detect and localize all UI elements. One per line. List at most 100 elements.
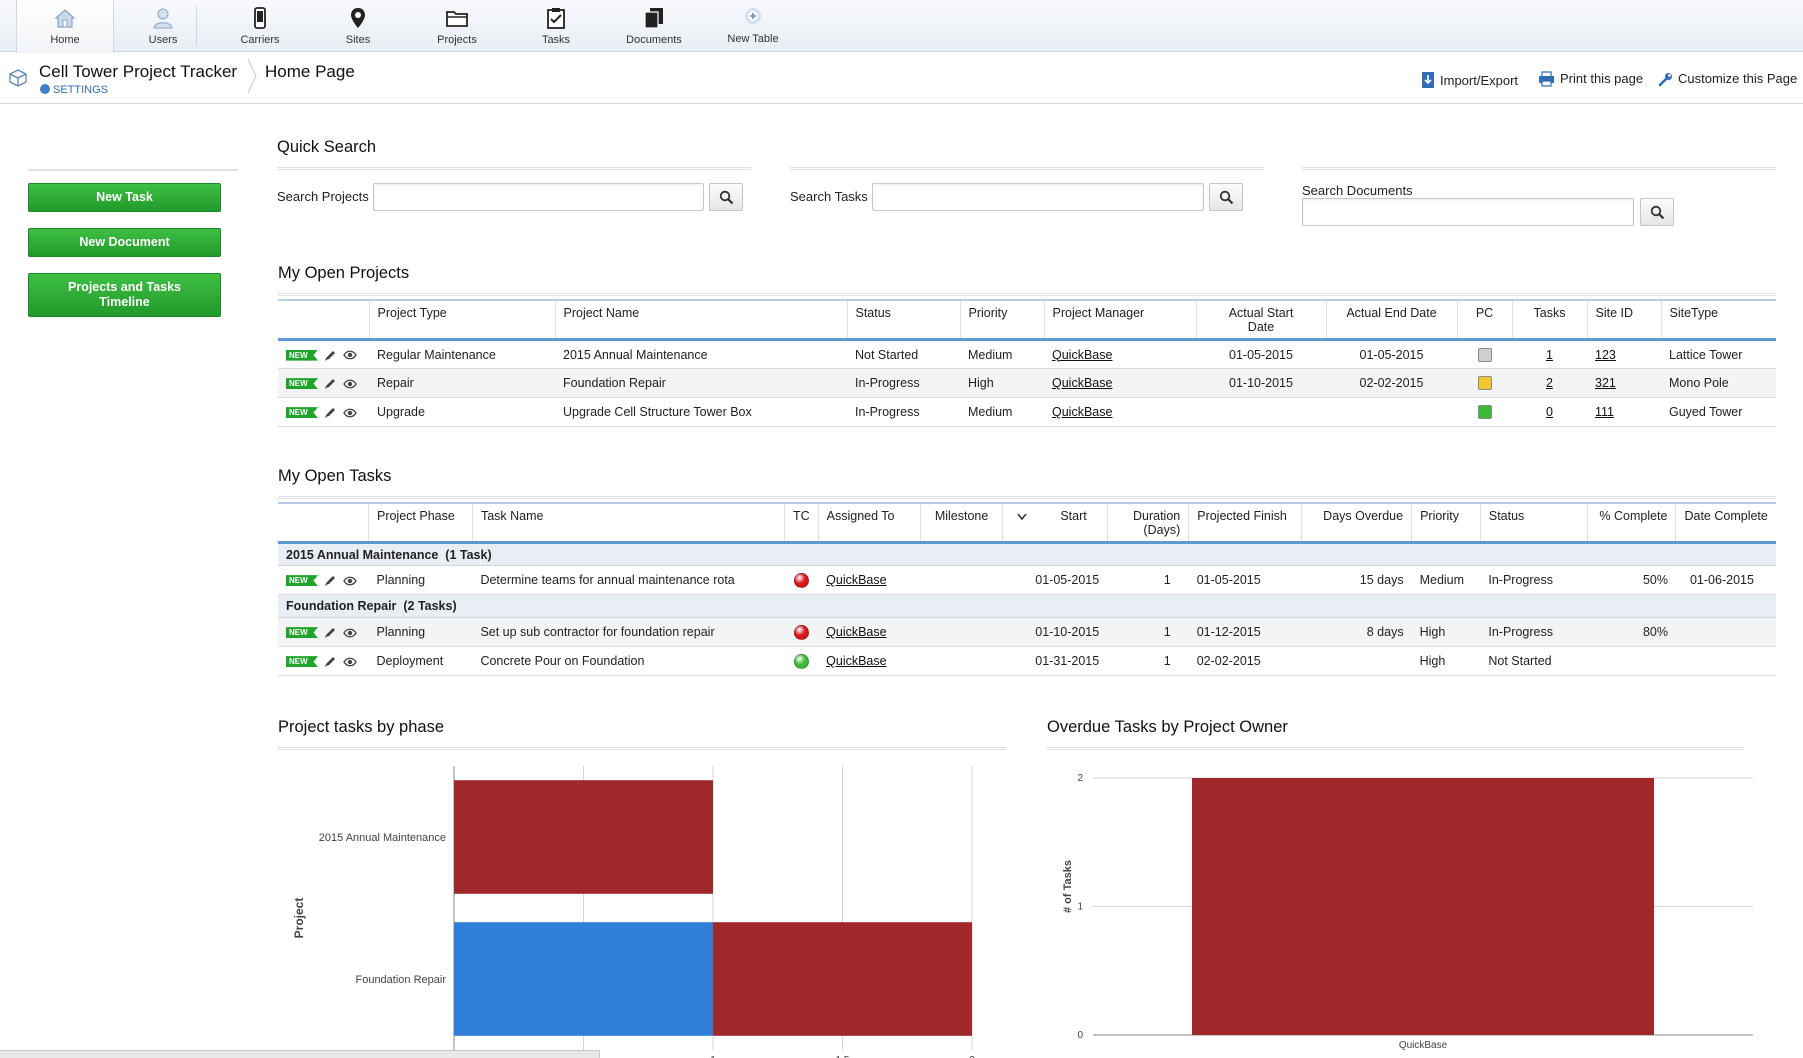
- search-documents-input[interactable]: [1302, 198, 1634, 226]
- table-row[interactable]: NEW Planning Set up sub contractor for fou…: [278, 617, 1776, 647]
- column-header[interactable]: Project Type: [368, 300, 555, 340]
- column-header[interactable]: Priority: [959, 300, 1044, 340]
- project-manager-link[interactable]: QuickBase: [1052, 405, 1112, 419]
- site-id-link[interactable]: 111: [1595, 405, 1614, 419]
- column-header[interactable]: Project Manager: [1043, 300, 1196, 340]
- days-overdue-cell: 8 days: [1301, 617, 1412, 647]
- column-header[interactable]: Project Name: [554, 300, 847, 340]
- column-header[interactable]: Site ID: [1586, 300, 1661, 340]
- column-header[interactable]: Days Overdue: [1301, 503, 1412, 543]
- add-table-icon: [745, 8, 761, 24]
- nav-users[interactable]: Users: [114, 0, 212, 52]
- table-row[interactable]: NEW Upgrade Upgrade Cell Structure Tower B…: [278, 397, 1776, 427]
- search-documents-button[interactable]: [1640, 198, 1674, 226]
- milestone-cell: [920, 617, 1003, 647]
- column-header[interactable]: Actual Start Date: [1195, 300, 1326, 340]
- nav-sites[interactable]: Sites: [309, 0, 407, 52]
- section-rule: [278, 496, 1776, 499]
- nav-projects[interactable]: Projects: [408, 0, 506, 52]
- nav-tasks[interactable]: Tasks: [507, 0, 605, 52]
- nav-home[interactable]: Home: [16, 0, 114, 53]
- new-badge[interactable]: NEW: [286, 575, 318, 587]
- site-id-link[interactable]: 321: [1595, 376, 1616, 390]
- new-document-button[interactable]: New Document: [28, 228, 221, 257]
- edit-pencil-icon[interactable]: [324, 655, 337, 668]
- column-header[interactable]: Milestone: [919, 503, 1003, 543]
- column-header-duration[interactable]: Duration (Days): [1106, 503, 1189, 543]
- site-id-cell: 123: [1587, 339, 1661, 369]
- new-task-label: New Task: [96, 190, 153, 204]
- search-tasks-input[interactable]: [872, 183, 1204, 211]
- table-row[interactable]: NEW Deployment Concrete Pour on Foundation…: [278, 646, 1776, 676]
- new-badge[interactable]: NEW: [286, 627, 318, 639]
- nav-documents[interactable]: Documents: [605, 0, 703, 52]
- new-badge[interactable]: NEW: [286, 407, 318, 419]
- table-row[interactable]: NEW Planning Determine teams for annual ma…: [278, 565, 1776, 595]
- new-badge[interactable]: NEW: [286, 349, 318, 361]
- search-projects-input[interactable]: [373, 183, 704, 211]
- edit-pencil-icon[interactable]: [324, 349, 337, 362]
- column-header[interactable]: Projected Finish: [1188, 503, 1302, 543]
- tasks-count-link[interactable]: 1: [1546, 348, 1553, 362]
- view-eye-icon[interactable]: [343, 657, 357, 667]
- column-header[interactable]: Tasks: [1511, 300, 1587, 340]
- search-tasks-button[interactable]: [1209, 183, 1243, 211]
- view-eye-icon[interactable]: [343, 576, 357, 586]
- table-row[interactable]: NEW Regular Maintenance 2015 Annual Mainte…: [278, 339, 1776, 369]
- bar[interactable]: [1192, 778, 1654, 1035]
- tasks-count-link[interactable]: 0: [1546, 405, 1553, 419]
- column-header[interactable]: Assigned To: [817, 503, 921, 543]
- table-row[interactable]: NEW Repair Foundation Repair In-Progress Hig…: [278, 368, 1776, 398]
- assigned-to-link[interactable]: QuickBase: [826, 654, 886, 668]
- column-header[interactable]: Status: [1479, 503, 1588, 543]
- edit-pencil-icon[interactable]: [324, 626, 337, 639]
- assigned-to-link[interactable]: QuickBase: [826, 625, 886, 639]
- view-eye-icon[interactable]: [343, 379, 357, 389]
- duration-cell: 1: [1107, 646, 1189, 676]
- edit-pencil-icon[interactable]: [324, 406, 337, 419]
- print-page-link[interactable]: Print this page: [1538, 71, 1643, 87]
- pc-cell: [1457, 339, 1512, 369]
- project-manager-link[interactable]: QuickBase: [1052, 376, 1112, 390]
- date-complete-cell: [1675, 646, 1776, 676]
- search-icon: [719, 190, 734, 205]
- import-export-link[interactable]: Import/Export: [1421, 71, 1518, 89]
- column-header[interactable]: Project Phase: [367, 503, 473, 543]
- project-manager-link[interactable]: QuickBase: [1052, 348, 1112, 362]
- site-id-link[interactable]: 123: [1595, 348, 1616, 362]
- nav-new-table[interactable]: New Table: [704, 0, 802, 52]
- column-header[interactable]: Actual End Date: [1325, 300, 1457, 340]
- clipboard-icon: [547, 8, 565, 29]
- column-header[interactable]: Date Complete: [1675, 503, 1776, 543]
- bar-segment[interactable]: [454, 922, 713, 1036]
- view-eye-icon[interactable]: [343, 628, 357, 638]
- column-header-start[interactable]: Start: [1002, 503, 1108, 543]
- bar-segment[interactable]: [454, 780, 713, 894]
- new-task-button[interactable]: New Task: [28, 183, 221, 212]
- column-header[interactable]: % Complete: [1587, 503, 1676, 543]
- search-projects-button[interactable]: [709, 183, 743, 211]
- customize-page-link[interactable]: Customize this Page: [1658, 71, 1797, 87]
- column-header[interactable]: Priority: [1411, 503, 1481, 543]
- new-badge[interactable]: NEW: [286, 656, 318, 668]
- column-header[interactable]: PC: [1456, 300, 1512, 340]
- edit-pencil-icon[interactable]: [324, 574, 337, 587]
- nav-carriers[interactable]: Carriers: [211, 0, 309, 52]
- tasks-count-link[interactable]: 2: [1546, 376, 1553, 390]
- view-eye-icon[interactable]: [343, 408, 357, 418]
- column-header[interactable]: Status: [846, 300, 960, 340]
- view-eye-icon[interactable]: [343, 350, 357, 360]
- projects-tasks-timeline-button[interactable]: Projects and Tasks Timeline: [28, 273, 221, 317]
- new-badge[interactable]: NEW: [286, 378, 318, 390]
- app-title[interactable]: Cell Tower Project Tracker: [39, 62, 237, 82]
- project-type-cell: Regular Maintenance: [369, 339, 555, 369]
- edit-pencil-icon[interactable]: [324, 377, 337, 390]
- assigned-to-link[interactable]: QuickBase: [826, 573, 886, 587]
- bar-segment[interactable]: [713, 922, 972, 1036]
- column-header[interactable]: SiteType: [1660, 300, 1776, 340]
- site-type-cell: Guyed Tower: [1661, 397, 1776, 427]
- settings-link[interactable]: SETTINGS: [40, 84, 108, 96]
- column-header[interactable]: Task Name: [471, 503, 785, 543]
- column-header[interactable]: TC: [783, 503, 819, 543]
- timeline-label-line2: Timeline: [99, 295, 150, 309]
